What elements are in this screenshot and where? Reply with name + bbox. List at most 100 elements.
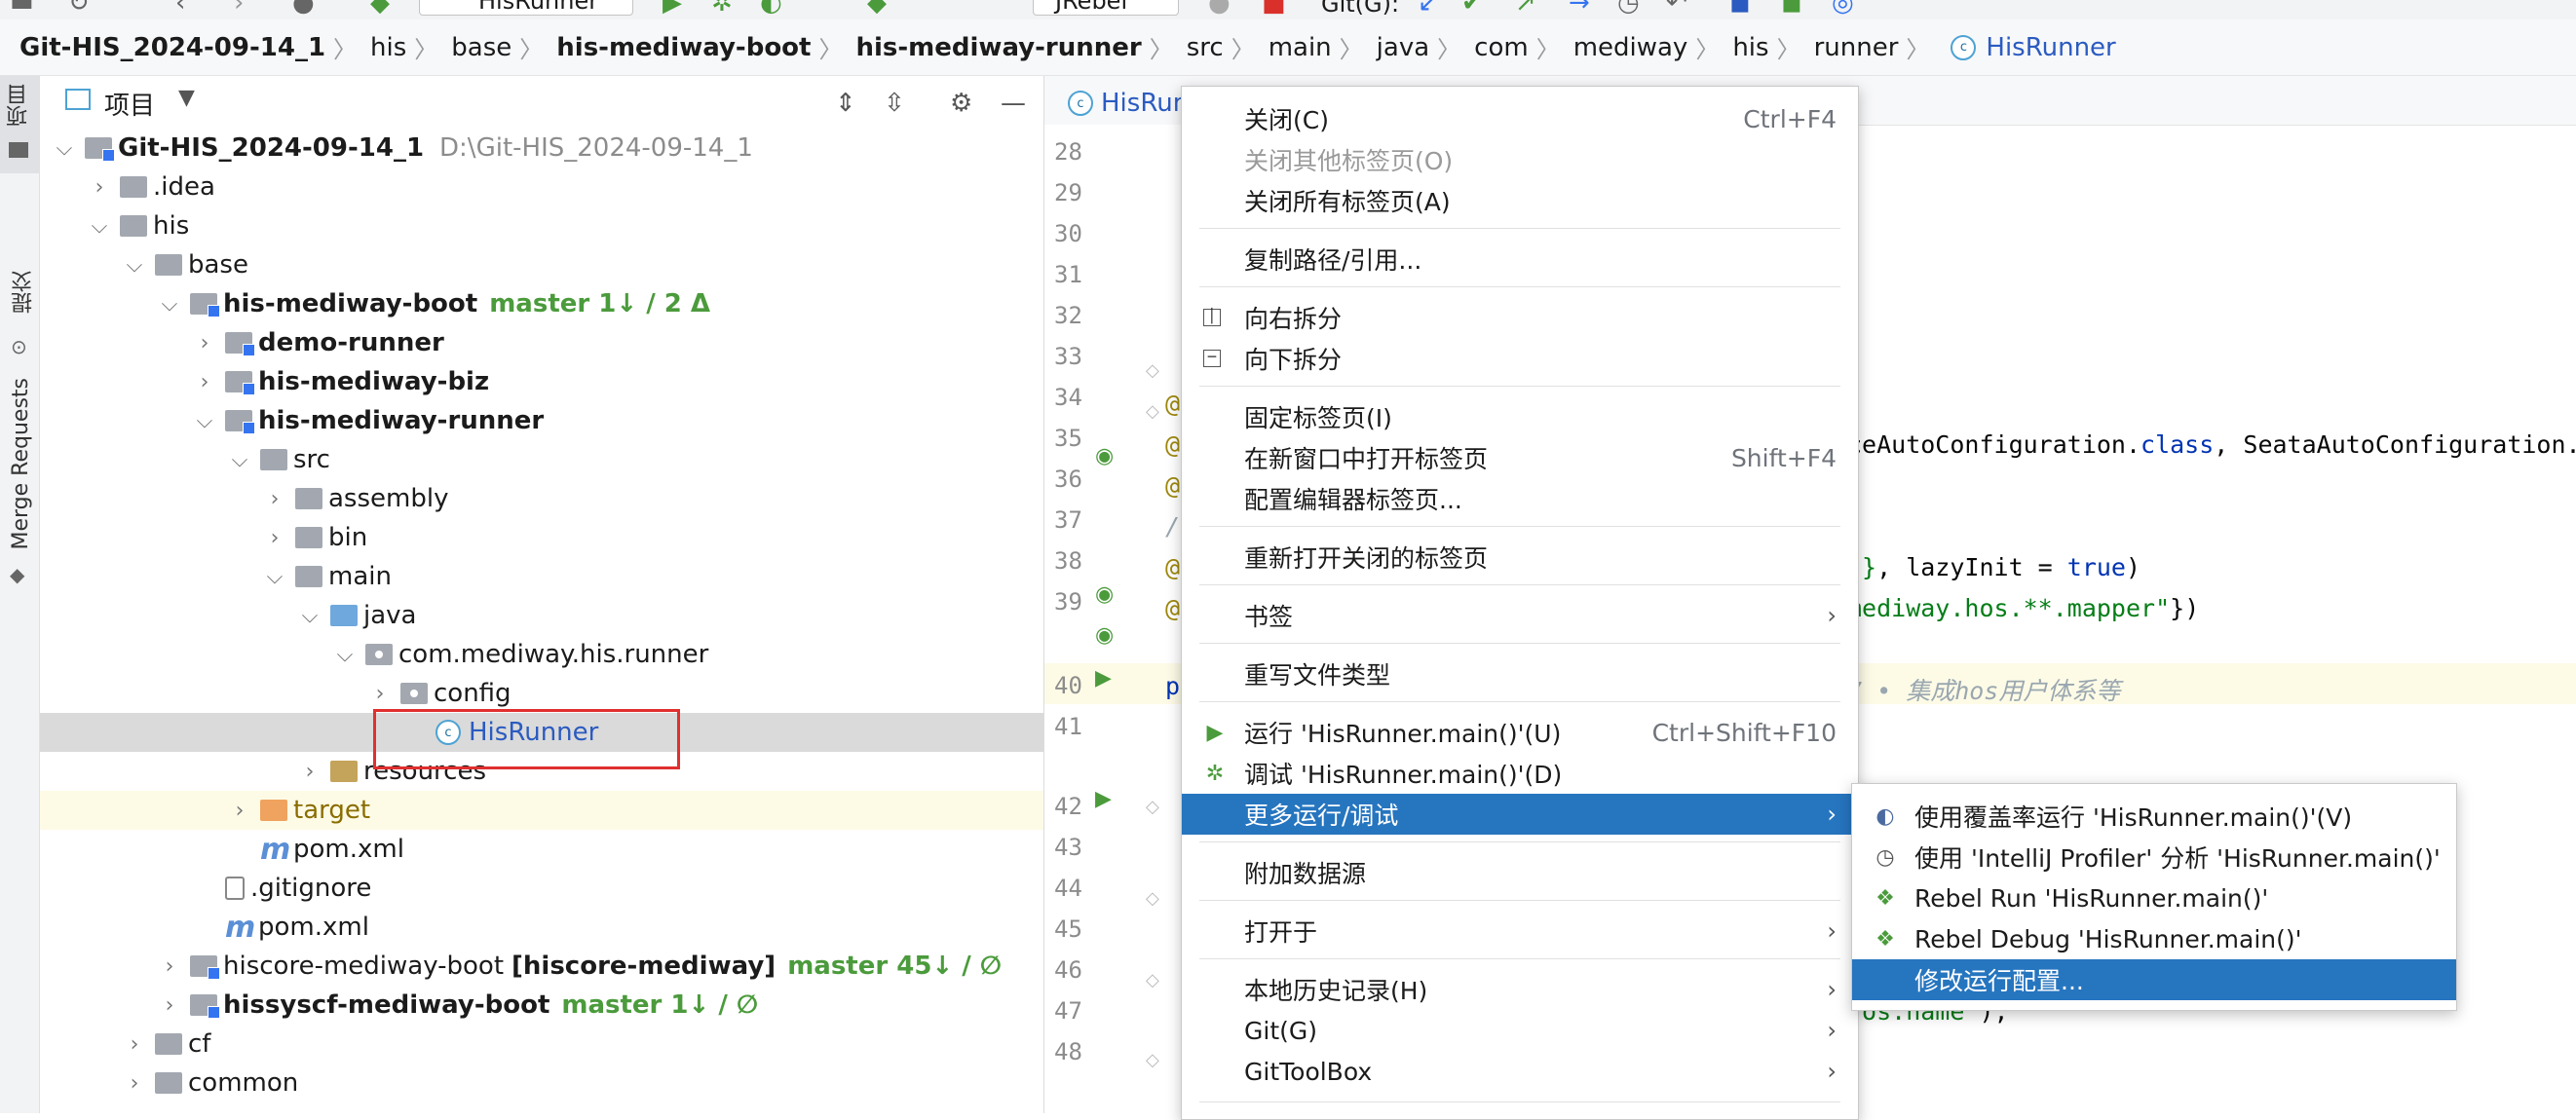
- debug-icon[interactable]: ✲: [711, 0, 733, 18]
- jrebel-select[interactable]: JRebel: [1033, 0, 1179, 16]
- tree-row[interactable]: ⌵ main: [40, 557, 1043, 596]
- menu-item-copy-path[interactable]: 复制路径/引用...: [1182, 239, 1858, 280]
- menu-item-reopen-closed[interactable]: 重新打开关闭的标签页: [1182, 537, 1858, 578]
- sync-icon[interactable]: ◎: [1832, 0, 1854, 18]
- minimize-icon[interactable]: —: [1001, 89, 1026, 118]
- chevron-down-icon[interactable]: ▼: [178, 86, 195, 110]
- tool-merge-requests[interactable]: Merge Requests ◆: [0, 378, 39, 602]
- menu-item-debug[interactable]: ✲ 调试 'HisRunner.main()'(D): [1182, 753, 1858, 794]
- tree-row[interactable]: › hiscore-mediway-boot [hiscore-mediway]…: [40, 947, 1043, 986]
- chevron-down-icon[interactable]: ⌵: [194, 409, 215, 433]
- tree-row[interactable]: m pom.xml: [40, 830, 1043, 869]
- breadcrumb-item[interactable]: his-mediway-boot: [554, 33, 813, 62]
- tree-row[interactable]: › .idea: [40, 168, 1043, 206]
- run-gutter-icon[interactable]: ▶: [1095, 666, 1112, 691]
- chevron-right-icon[interactable]: ›: [369, 682, 391, 706]
- tree-row[interactable]: ⌵ java: [40, 596, 1043, 635]
- menu-item-open-in-new-window[interactable]: 在新窗口中打开标签页 Shift+F4: [1182, 437, 1858, 478]
- chevron-down-icon[interactable]: ⌵: [229, 448, 250, 472]
- tree-row[interactable]: › demo-runner: [40, 323, 1043, 362]
- fold-icon[interactable]: ◇: [1146, 401, 1159, 422]
- menu-item-gittoolbox[interactable]: GitToolBox ›: [1182, 1051, 1858, 1092]
- menu-item-close-others[interactable]: 关闭其他标签页(O): [1182, 139, 1858, 180]
- tree-row[interactable]: .gitignore: [40, 869, 1043, 908]
- tree-row[interactable]: › target: [40, 791, 1043, 830]
- user-icon[interactable]: ●: [292, 0, 315, 18]
- chevron-down-icon[interactable]: ⌵: [54, 136, 75, 161]
- chevron-right-icon[interactable]: ›: [124, 1032, 145, 1057]
- history-icon[interactable]: ◷: [1617, 0, 1640, 18]
- breadcrumb-item[interactable]: main: [1267, 33, 1334, 62]
- collapse-all-icon[interactable]: ⇳: [884, 89, 905, 118]
- chevron-right-icon[interactable]: ›: [264, 487, 285, 511]
- chevron-down-icon[interactable]: ⌵: [159, 292, 180, 317]
- chevron-right-icon[interactable]: ›: [159, 954, 180, 979]
- plugin-icon[interactable]: ◼: [1729, 0, 1751, 18]
- tree-row[interactable]: › his-mediway-biz: [40, 362, 1043, 401]
- breadcrumb-item[interactable]: his: [368, 33, 408, 62]
- folder-icon[interactable]: ▬: [10, 0, 34, 18]
- chevron-down-icon[interactable]: ⌵: [264, 565, 285, 589]
- fold-icon[interactable]: ◇: [1146, 360, 1159, 381]
- breadcrumb-item[interactable]: runner: [1812, 33, 1901, 62]
- revert-icon[interactable]: ↶: [1666, 0, 1687, 18]
- run-gutter-icon[interactable]: ▶: [1095, 787, 1112, 811]
- project-panel-title[interactable]: 项目: [104, 86, 155, 122]
- tree-row[interactable]: › common: [40, 1064, 1043, 1102]
- breadcrumb-item[interactable]: his-mediway-runner: [853, 33, 1143, 62]
- back-icon[interactable]: ‹: [175, 0, 185, 18]
- fold-icon[interactable]: ◇: [1146, 1050, 1159, 1070]
- run-config-select[interactable]: HisRunner: [419, 0, 633, 16]
- expand-all-icon[interactable]: ⇕: [835, 89, 856, 118]
- gear-icon[interactable]: ⚙: [950, 89, 972, 118]
- breadcrumb-item-current[interactable]: HisRunner: [1984, 33, 2117, 62]
- spring-bean-icon[interactable]: ◉: [1095, 582, 1114, 607]
- tree-row[interactable]: ⌵ his-mediway-runner: [40, 401, 1043, 440]
- chevron-down-icon[interactable]: ⌵: [299, 604, 321, 628]
- tool-project[interactable]: 项目: [0, 76, 39, 173]
- stop-icon[interactable]: ■: [1262, 0, 1286, 18]
- menu-item-more-run-debug[interactable]: 更多运行/调试 ›: [1182, 794, 1858, 835]
- chevron-right-icon[interactable]: ›: [229, 799, 250, 823]
- tree-row[interactable]: › bin: [40, 518, 1043, 557]
- breadcrumb-item[interactable]: src: [1185, 33, 1226, 62]
- menu-item-pin-tab[interactable]: 固定标签页(I): [1182, 396, 1858, 437]
- git-update-icon[interactable]: ↙: [1418, 0, 1439, 18]
- git-fetch-icon[interactable]: →: [1569, 0, 1590, 18]
- tree-row[interactable]: › hissyscf-mediway-boot master 1↓ / ∅: [40, 986, 1043, 1025]
- tree-row[interactable]: ⌵ Git-HIS_2024-09-14_1 D:\Git-HIS_2024-0…: [40, 129, 1043, 168]
- git-commit-icon[interactable]: ✔: [1461, 0, 1483, 18]
- tree-row[interactable]: ⌵ his-mediway-boot master 1↓ / 2 Δ: [40, 284, 1043, 323]
- tree-row[interactable]: ⌵ base: [40, 245, 1043, 284]
- chevron-down-icon[interactable]: ⌵: [334, 643, 356, 667]
- chevron-right-icon[interactable]: ›: [124, 1071, 145, 1096]
- breadcrumb-item[interactable]: java: [1375, 33, 1431, 62]
- chevron-right-icon[interactable]: ›: [194, 331, 215, 355]
- forward-icon[interactable]: ›: [234, 0, 244, 18]
- menu-item-close-all[interactable]: 关闭所有标签页(A): [1182, 180, 1858, 221]
- tree-row[interactable]: ⌵ com.mediway.his.runner: [40, 635, 1043, 674]
- fold-icon[interactable]: ◇: [1146, 797, 1159, 817]
- chevron-right-icon[interactable]: ›: [299, 760, 321, 784]
- submenu-item-rebel-debug[interactable]: ❖ Rebel Debug 'HisRunner.main()': [1852, 918, 2456, 959]
- menu-item-override-file-type[interactable]: 重写文件类型: [1182, 653, 1858, 694]
- chevron-right-icon[interactable]: ›: [194, 370, 215, 394]
- refresh-icon[interactable]: ↻: [68, 0, 90, 18]
- chevron-down-icon[interactable]: ⌵: [89, 214, 110, 239]
- plugin2-icon[interactable]: ◼: [1781, 0, 1802, 18]
- menu-item-close[interactable]: 关闭(C) Ctrl+F4: [1182, 98, 1858, 139]
- submenu-item-run-with-coverage[interactable]: ◐ 使用覆盖率运行 'HisRunner.main()'(V): [1852, 796, 2456, 837]
- menu-item-open-in[interactable]: 打开于 ›: [1182, 911, 1858, 952]
- breadcrumb-item[interactable]: com: [1472, 33, 1531, 62]
- tree-row[interactable]: › config: [40, 674, 1043, 713]
- menu-item-local-history[interactable]: 本地历史记录(H) ›: [1182, 969, 1858, 1010]
- chevron-down-icon[interactable]: ⌵: [124, 253, 145, 278]
- profile-icon[interactable]: ●: [1208, 0, 1231, 18]
- git-push-icon[interactable]: ↗: [1515, 0, 1536, 18]
- tree-row[interactable]: m pom.xml: [40, 908, 1043, 947]
- submenu-item-rebel-run[interactable]: ❖ Rebel Run 'HisRunner.main()': [1852, 877, 2456, 918]
- menu-item-split-right[interactable]: │ 向右拆分: [1182, 297, 1858, 338]
- breadcrumb-item[interactable]: his: [1730, 33, 1770, 62]
- submenu-item-modify-run-config[interactable]: 修改运行配置...: [1852, 959, 2456, 1000]
- chevron-right-icon[interactable]: ›: [89, 175, 110, 200]
